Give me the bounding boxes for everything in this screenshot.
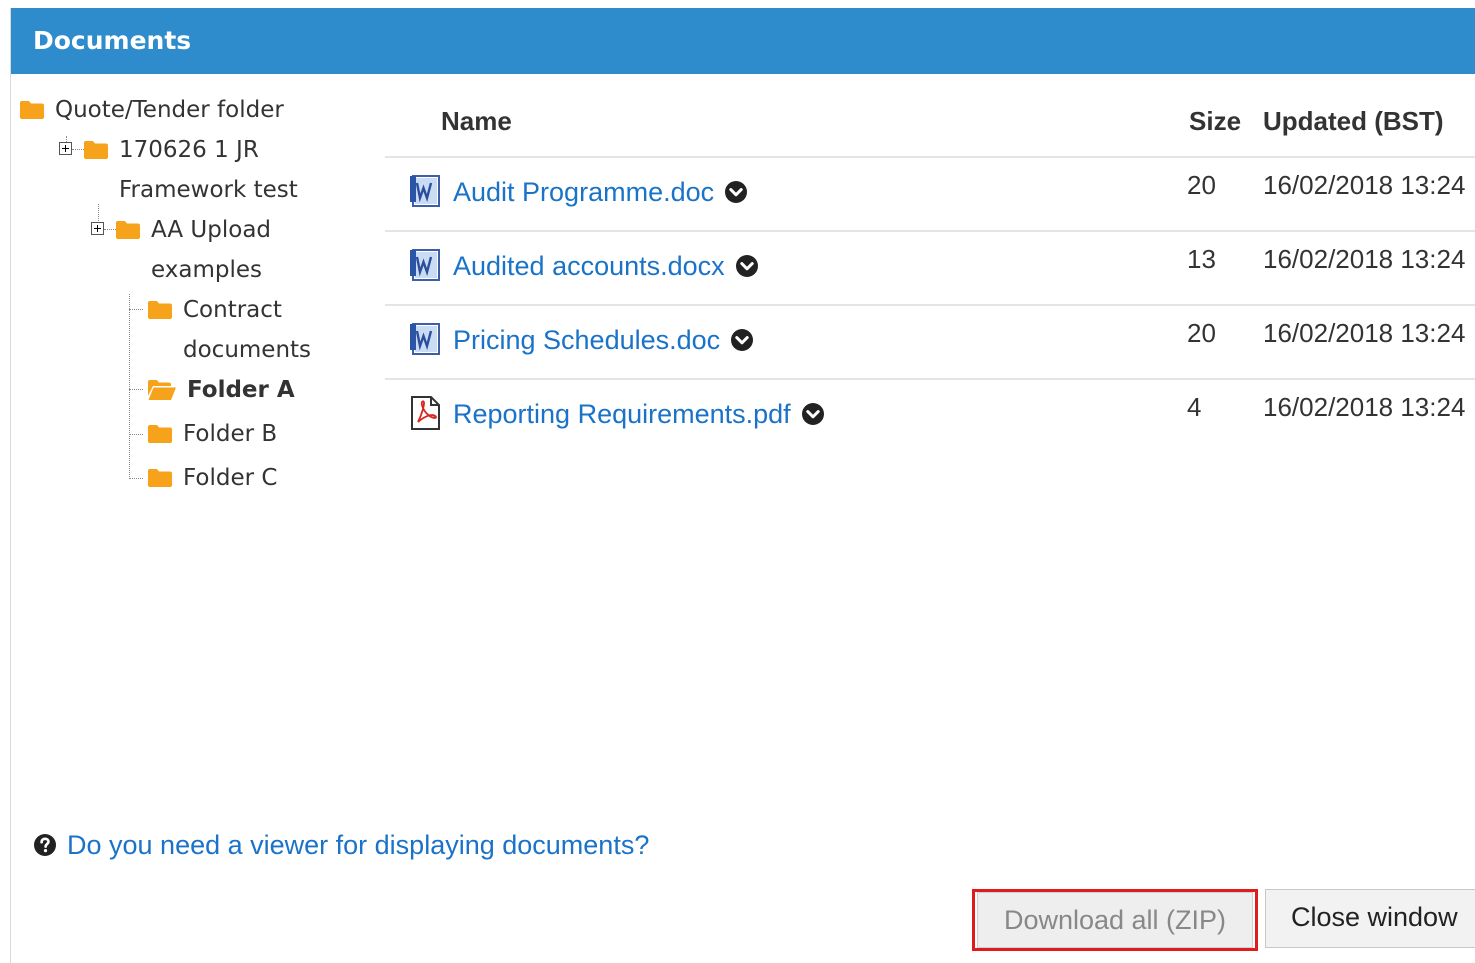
tree-guide-line (129, 389, 143, 390)
file-updated: 16/02/2018 13:24 (1263, 318, 1466, 348)
file-link[interactable]: Audit Programme.doc (453, 177, 748, 208)
folder-icon (19, 100, 45, 120)
file-menu-chevron-icon[interactable] (724, 180, 748, 204)
tree-item-label: Folder C (183, 465, 278, 491)
folder-tree: Quote/Tender folder 170626 1 JR Framewor… (11, 84, 381, 514)
tree-guide-line (129, 309, 143, 310)
folder-icon (147, 424, 173, 444)
expand-toggle-icon[interactable] (91, 222, 104, 235)
tree-item-quote-tender-folder[interactable]: Quote/Tender folder (19, 90, 349, 130)
column-header-size[interactable]: Size (1189, 106, 1241, 137)
tree-item-aa-upload-examples[interactable]: AA Upload examples (115, 210, 365, 290)
column-header-updated[interactable]: Updated (BST) (1263, 106, 1444, 137)
file-size: 4 (1187, 392, 1202, 422)
folder-icon (83, 140, 109, 160)
column-header-name[interactable]: Name (441, 106, 512, 137)
folder-icon (115, 220, 141, 240)
tree-item-label: Quote/Tender folder (55, 97, 284, 123)
close-window-button[interactable]: Close window (1265, 889, 1475, 948)
viewer-help-text[interactable]: Do you need a viewer for displaying docu… (67, 830, 649, 860)
tree-item-label: documents (183, 337, 312, 363)
tree-item-label: Contract (183, 297, 282, 323)
file-updated: 16/02/2018 13:24 (1263, 170, 1466, 200)
pdf-icon (409, 396, 441, 430)
table-row: Pricing Schedules.doc 20 16/02/2018 13:2… (385, 306, 1475, 380)
tree-guide-line (129, 478, 143, 479)
table-row: Reporting Requirements.pdf 4 16/02/2018 … (385, 380, 1475, 454)
word-doc-icon (409, 322, 441, 356)
tree-guide-line (129, 294, 130, 479)
file-link[interactable]: Pricing Schedules.doc (453, 325, 754, 356)
tree-item-label: Folder A (187, 377, 295, 403)
question-circle-icon (33, 833, 57, 857)
viewer-help-link[interactable]: Do you need a viewer for displaying docu… (33, 830, 649, 861)
file-size: 20 (1187, 318, 1216, 348)
file-menu-chevron-icon[interactable] (735, 254, 759, 278)
folder-icon (147, 300, 173, 320)
table-header: Name Size Updated (BST) (385, 84, 1475, 158)
documents-window: Documents Quote/Tender folder 170626 1 J… (10, 8, 1475, 963)
file-updated: 16/02/2018 13:24 (1263, 244, 1466, 274)
table-row: Audited accounts.docx 13 16/02/2018 13:2… (385, 232, 1475, 306)
file-menu-chevron-icon[interactable] (730, 328, 754, 352)
expand-toggle-icon[interactable] (59, 142, 72, 155)
tree-item-contract-documents[interactable]: Contract documents (147, 290, 367, 370)
tree-item-folder-c[interactable]: Folder C (147, 458, 367, 498)
word-doc-icon (409, 174, 441, 208)
file-name[interactable]: Pricing Schedules.doc (453, 325, 720, 355)
tree-item-label: examples (151, 257, 262, 283)
tree-item-label: AA Upload (151, 217, 272, 243)
download-all-zip-button[interactable]: Download all (ZIP) (977, 892, 1253, 948)
word-doc-icon (409, 248, 441, 282)
tree-item-label: Framework test (119, 177, 298, 203)
file-size: 20 (1187, 170, 1216, 200)
table-row: Audit Programme.doc 20 16/02/2018 13:24 (385, 158, 1475, 232)
tree-guide-line (129, 434, 143, 435)
folder-icon (147, 468, 173, 488)
file-size: 13 (1187, 244, 1216, 274)
file-link[interactable]: Audited accounts.docx (453, 251, 759, 282)
folder-open-icon (147, 379, 177, 401)
file-link[interactable]: Reporting Requirements.pdf (453, 399, 825, 430)
file-name[interactable]: Reporting Requirements.pdf (453, 399, 791, 429)
file-name[interactable]: Audit Programme.doc (453, 177, 714, 207)
file-menu-chevron-icon[interactable] (801, 402, 825, 426)
file-updated: 16/02/2018 13:24 (1263, 392, 1466, 422)
tree-item-170626-jr-framework-test[interactable]: 170626 1 JR Framework test (83, 130, 363, 210)
tree-item-folder-a[interactable]: Folder A (147, 370, 367, 410)
window-title: Documents (11, 8, 1475, 74)
tree-item-folder-b[interactable]: Folder B (147, 414, 367, 454)
tree-item-label: Folder B (183, 421, 278, 447)
tree-item-label: 170626 1 JR (119, 137, 259, 163)
file-name[interactable]: Audited accounts.docx (453, 251, 725, 281)
